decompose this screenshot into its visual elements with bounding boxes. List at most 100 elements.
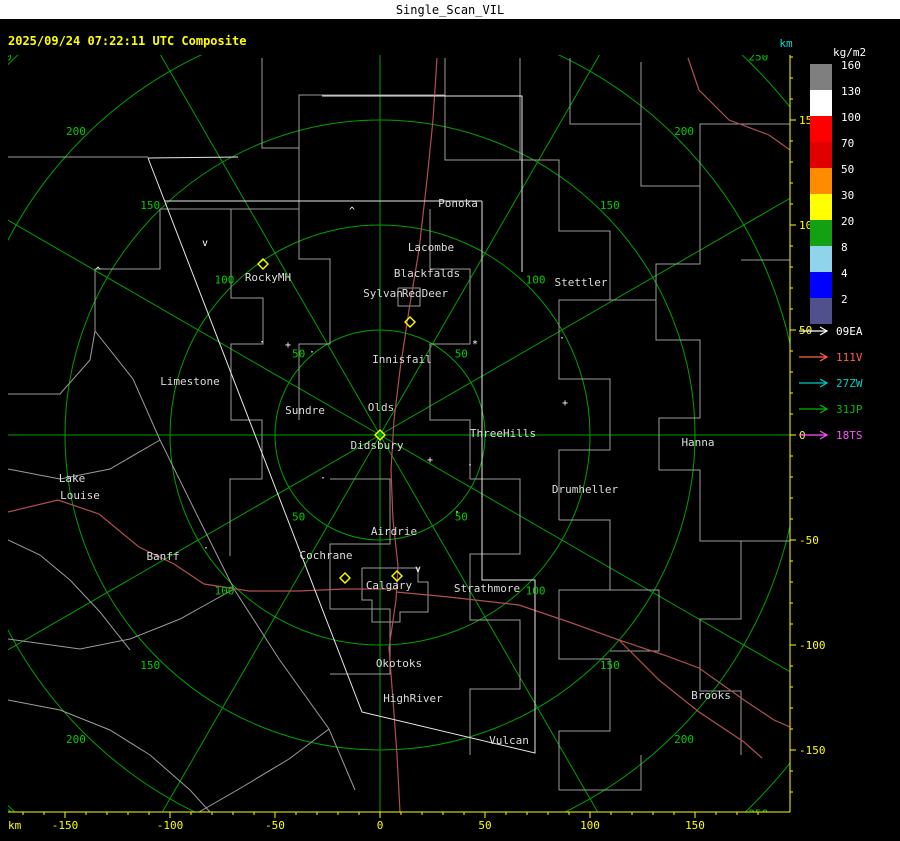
county-boundary [198,728,330,812]
city-label: Sundre [285,404,325,417]
range-label: 50 [292,510,305,523]
radar-arrow-icon [799,430,829,440]
county-boundary [361,567,429,623]
range-label: 50 [292,348,305,361]
legend-value: 8 [841,241,848,254]
map-marker: v [415,564,421,575]
radar-map-canvas: 50 50 50 50 100 100 100 100 150 150 150 150 200 200 20… [0,37,826,832]
range-label: 100 [214,273,234,286]
range-label: 100 [526,273,546,286]
bottom-axis-label: -50 [265,819,285,832]
legend-entry: 8 [810,242,861,272]
legend-value: 70 [841,137,855,150]
county-boundary [94,208,231,331]
legend-color-swatch [810,90,832,116]
azimuth-line [161,434,381,812]
map-marker: * [472,339,478,350]
radar-coverage-outline [147,156,239,159]
radar-id-label: 09EA [836,324,863,338]
range-label: 200 [674,125,694,138]
range-label: 150 [140,659,160,672]
city-label: Lacombe [408,241,454,254]
map-marker: + [285,340,291,351]
bottom-axis-label: 100 [580,819,600,832]
city-label: RedDeer [402,287,449,300]
legend-value: 130 [841,85,861,98]
map-marker: · [203,543,209,554]
legend-value: 4 [841,267,848,280]
azimuth-line [8,434,381,651]
bottom-axis-label: -150 [52,819,79,832]
map-marker: · [309,347,315,358]
range-label: 50 [455,348,468,361]
legend-color-swatch [810,272,832,298]
city-label: Stettler [555,276,608,289]
range-ring [8,55,790,812]
city-label: Olds [368,401,395,414]
map-marker: ^ [95,266,101,277]
city-label: Airdrie [371,525,417,538]
county-boundary [8,330,96,395]
radar-site-list: 09EA 111V 27ZW 31JP 18TS [797,318,863,448]
azimuth-line [160,55,381,436]
city-label: Hanna [681,436,714,449]
plot-area: 5050505010010010010015015015015020020020… [0,51,790,812]
radar-arrow-icon [799,404,829,414]
range-label: 100 [526,585,546,598]
bottom-axis-label: 0 [377,819,384,832]
city-label: Cochrane [300,549,353,562]
range-label: 200 [66,125,86,138]
map-marker: · [559,333,565,344]
range-label: 150 [600,199,620,212]
map-marker: + [562,398,568,409]
map-marker: · [467,460,473,471]
bottom-axis-label: 50 [478,819,491,832]
city-label: Strathmore [454,582,520,595]
legend-unit-label: kg/m2 [833,46,867,59]
map-marker: · [320,473,326,484]
city-label: Banff [146,550,179,563]
azimuth-line [379,434,790,673]
range-label: 200 [674,733,694,746]
bottom-axis-unit: km [8,819,22,832]
city-label: Okotoks [376,657,422,670]
city-label: Vulcan [489,734,529,747]
radar-arrow-icon [799,326,829,336]
city-label: Innisfail [372,353,432,366]
legend-value: 2 [841,293,848,306]
map-marker: · [259,337,265,348]
radar-id-label: 18TS [836,428,863,442]
city-label: Limestone [160,375,220,388]
radar-pointer: 27ZW [797,370,863,396]
bottom-axis-label: 150 [685,819,705,832]
legend-color-swatch [810,168,832,194]
county-boundary [469,478,521,755]
radar-coverage-outline [361,201,536,754]
legend-color-swatch [810,142,832,168]
legend-value: 160 [841,59,861,72]
range-label: 100 [214,585,234,598]
radar-arrow-icon [799,378,829,388]
legend-value: 50 [841,163,855,176]
legend-value: 20 [841,215,855,228]
right-axis-label: -50 [799,534,819,547]
radar-pointer: 18TS [797,422,863,448]
range-label: 250 [748,51,768,64]
right-axis-unit: km [779,37,793,50]
city-label: Didsbury [351,439,404,452]
county-boundary [8,588,235,650]
range-label: 150 [600,659,620,672]
legend-entry: 20 [810,216,861,246]
color-scale-legend: 160 130 100 70 50 30 20 8 4 2 [810,60,861,324]
legend-color-swatch [810,64,832,90]
radar-id-label: 111V [836,350,863,364]
legend-color-swatch [810,246,832,272]
map-marker: + [427,455,433,466]
city-label: Sylvan [363,287,403,300]
city-label: Louise [60,489,100,502]
map-marker: ^ [349,206,355,217]
county-boundary [444,58,521,161]
range-label: 250 [0,51,12,64]
legend-color-swatch [810,116,832,142]
city-label: RockyMH [245,271,291,284]
